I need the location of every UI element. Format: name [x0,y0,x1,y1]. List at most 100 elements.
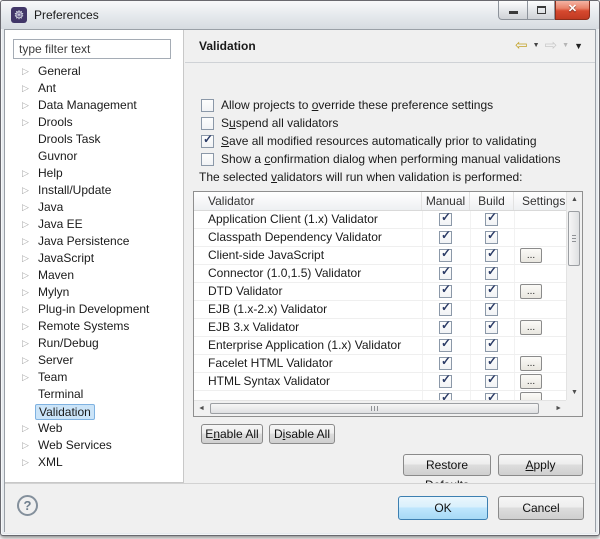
table-row[interactable]: EJB 3.x Validator✓✓... [194,319,566,337]
sidebar-item-web-services[interactable]: ▷Web Services [5,437,182,454]
manual-checkbox[interactable]: ✓ [439,393,452,400]
table-row[interactable]: Application Client (1.x) Validator✓✓ [194,211,566,229]
manual-checkbox[interactable]: ✓ [439,249,452,262]
manual-checkbox[interactable]: ✓ [439,375,452,388]
settings-ellipsis-button[interactable]: ... [520,248,542,263]
help-icon[interactable]: ? [17,495,38,516]
settings-ellipsis-button[interactable]: ... [520,320,542,335]
build-checkbox[interactable]: ✓ [485,339,498,352]
enable-all-button[interactable]: Enable All [201,424,263,444]
build-checkbox[interactable]: ✓ [485,213,498,226]
expand-arrow-icon[interactable]: ▷ [22,437,29,454]
table-row[interactable]: Facelet HTML Validator✓✓... [194,355,566,373]
sidebar-item-java[interactable]: ▷Java [5,199,182,216]
expand-arrow-icon[interactable]: ▷ [22,216,29,233]
horizontal-scrollbar[interactable]: ◄ ► [194,400,566,416]
expand-arrow-icon[interactable]: ▷ [22,284,29,301]
scroll-up-icon[interactable]: ▲ [567,196,582,203]
manual-checkbox[interactable]: ✓ [439,231,452,244]
forward-arrow-icon[interactable]: ⇨ [545,38,558,53]
expand-arrow-icon[interactable]: ▷ [22,63,29,80]
sidebar-item-validation[interactable]: Validation [5,403,182,420]
column-header-manual[interactable]: Manual [422,192,470,210]
restore-defaults-button[interactable]: Restore Defaults [403,454,491,476]
expand-arrow-icon[interactable]: ▷ [22,369,29,386]
settings-ellipsis-button[interactable]: ... [520,356,542,371]
table-row[interactable]: Client-side JavaScript✓✓... [194,247,566,265]
title-bar[interactable]: ⚙ Preferences ✕ [1,1,599,29]
build-checkbox[interactable]: ✓ [485,267,498,280]
manual-checkbox[interactable]: ✓ [439,285,452,298]
expand-arrow-icon[interactable]: ▷ [22,454,29,471]
minimize-button[interactable] [498,1,528,20]
column-header-settings[interactable]: Settings [514,192,568,210]
sidebar-item-team[interactable]: ▷Team [5,369,182,386]
sidebar-item-maven[interactable]: ▷Maven [5,267,182,284]
expand-arrow-icon[interactable]: ▷ [22,199,29,216]
column-header-validator[interactable]: Validator [194,192,422,210]
sidebar-item-remote-systems[interactable]: ▷Remote Systems [5,318,182,335]
expand-arrow-icon[interactable]: ▷ [22,165,29,182]
scroll-left-icon[interactable]: ◄ [198,405,205,412]
sidebar-item-java-ee[interactable]: ▷Java EE [5,216,182,233]
table-row[interactable]: Classpath Dependency Validator✓✓ [194,229,566,247]
forward-history-caret-icon[interactable]: ▼ [562,42,569,49]
option-checkbox[interactable] [201,153,214,166]
sidebar-item-guvnor[interactable]: Guvnor [5,148,182,165]
sidebar-item-drools[interactable]: ▷Drools [5,114,182,131]
table-row[interactable]: ✓✓... [194,391,566,400]
expand-arrow-icon[interactable]: ▷ [22,97,29,114]
table-row[interactable]: HTML Syntax Validator✓✓... [194,373,566,391]
expand-arrow-icon[interactable]: ▷ [22,80,29,97]
option-checkbox[interactable] [201,117,214,130]
build-checkbox[interactable]: ✓ [485,393,498,400]
option-checkbox[interactable] [201,99,214,112]
sidebar-item-drools-task[interactable]: Drools Task [5,131,182,148]
column-header-build[interactable]: Build [470,192,514,210]
sidebar-item-terminal[interactable]: Terminal [5,386,182,403]
table-row[interactable]: Enterprise Application (1.x) Validator✓✓ [194,337,566,355]
vertical-scroll-thumb[interactable] [568,211,580,266]
sidebar-item-java-persistence[interactable]: ▷Java Persistence [5,233,182,250]
expand-arrow-icon[interactable]: ▷ [22,182,29,199]
sidebar-item-server[interactable]: ▷Server [5,352,182,369]
horizontal-scroll-thumb[interactable] [210,403,539,414]
filter-input[interactable] [13,39,171,59]
build-checkbox[interactable]: ✓ [485,321,498,334]
sidebar-item-install-update[interactable]: ▷Install/Update [5,182,182,199]
cancel-button[interactable]: Cancel [498,496,584,520]
expand-arrow-icon[interactable]: ▷ [22,420,29,437]
expand-arrow-icon[interactable]: ▷ [22,250,29,267]
build-checkbox[interactable]: ✓ [485,249,498,262]
expand-arrow-icon[interactable]: ▷ [22,267,29,284]
expand-arrow-icon[interactable]: ▷ [22,318,29,335]
build-checkbox[interactable]: ✓ [485,375,498,388]
close-button[interactable]: ✕ [555,1,590,20]
expand-arrow-icon[interactable]: ▷ [22,114,29,131]
sidebar-item-run-debug[interactable]: ▷Run/Debug [5,335,182,352]
table-row[interactable]: EJB (1.x-2.x) Validator✓✓ [194,301,566,319]
sidebar-item-web[interactable]: ▷Web [5,420,182,437]
build-checkbox[interactable]: ✓ [485,231,498,244]
build-checkbox[interactable]: ✓ [485,357,498,370]
expand-arrow-icon[interactable]: ▷ [22,335,29,352]
build-checkbox[interactable]: ✓ [485,303,498,316]
sidebar-item-plug-in-development[interactable]: ▷Plug-in Development [5,301,182,318]
sidebar-item-general[interactable]: ▷General [5,63,182,80]
manual-checkbox[interactable]: ✓ [439,303,452,316]
manual-checkbox[interactable]: ✓ [439,357,452,370]
vertical-scrollbar[interactable]: ▲ ▼ [566,192,582,400]
build-checkbox[interactable]: ✓ [485,285,498,298]
settings-ellipsis-button[interactable]: ... [520,284,542,299]
view-menu-caret-icon[interactable]: ▼ [574,41,583,51]
expand-arrow-icon[interactable]: ▷ [22,233,29,250]
table-row[interactable]: DTD Validator✓✓... [194,283,566,301]
scroll-down-icon[interactable]: ▼ [567,389,582,396]
back-arrow-icon[interactable]: ⇦ [515,38,528,53]
sidebar-item-xml[interactable]: ▷XML [5,454,182,471]
option-checkbox[interactable]: ✓ [201,135,214,148]
ok-button[interactable]: OK [398,496,488,520]
expand-arrow-icon[interactable]: ▷ [22,352,29,369]
settings-ellipsis-button[interactable]: ... [520,374,542,389]
sidebar-item-help[interactable]: ▷Help [5,165,182,182]
